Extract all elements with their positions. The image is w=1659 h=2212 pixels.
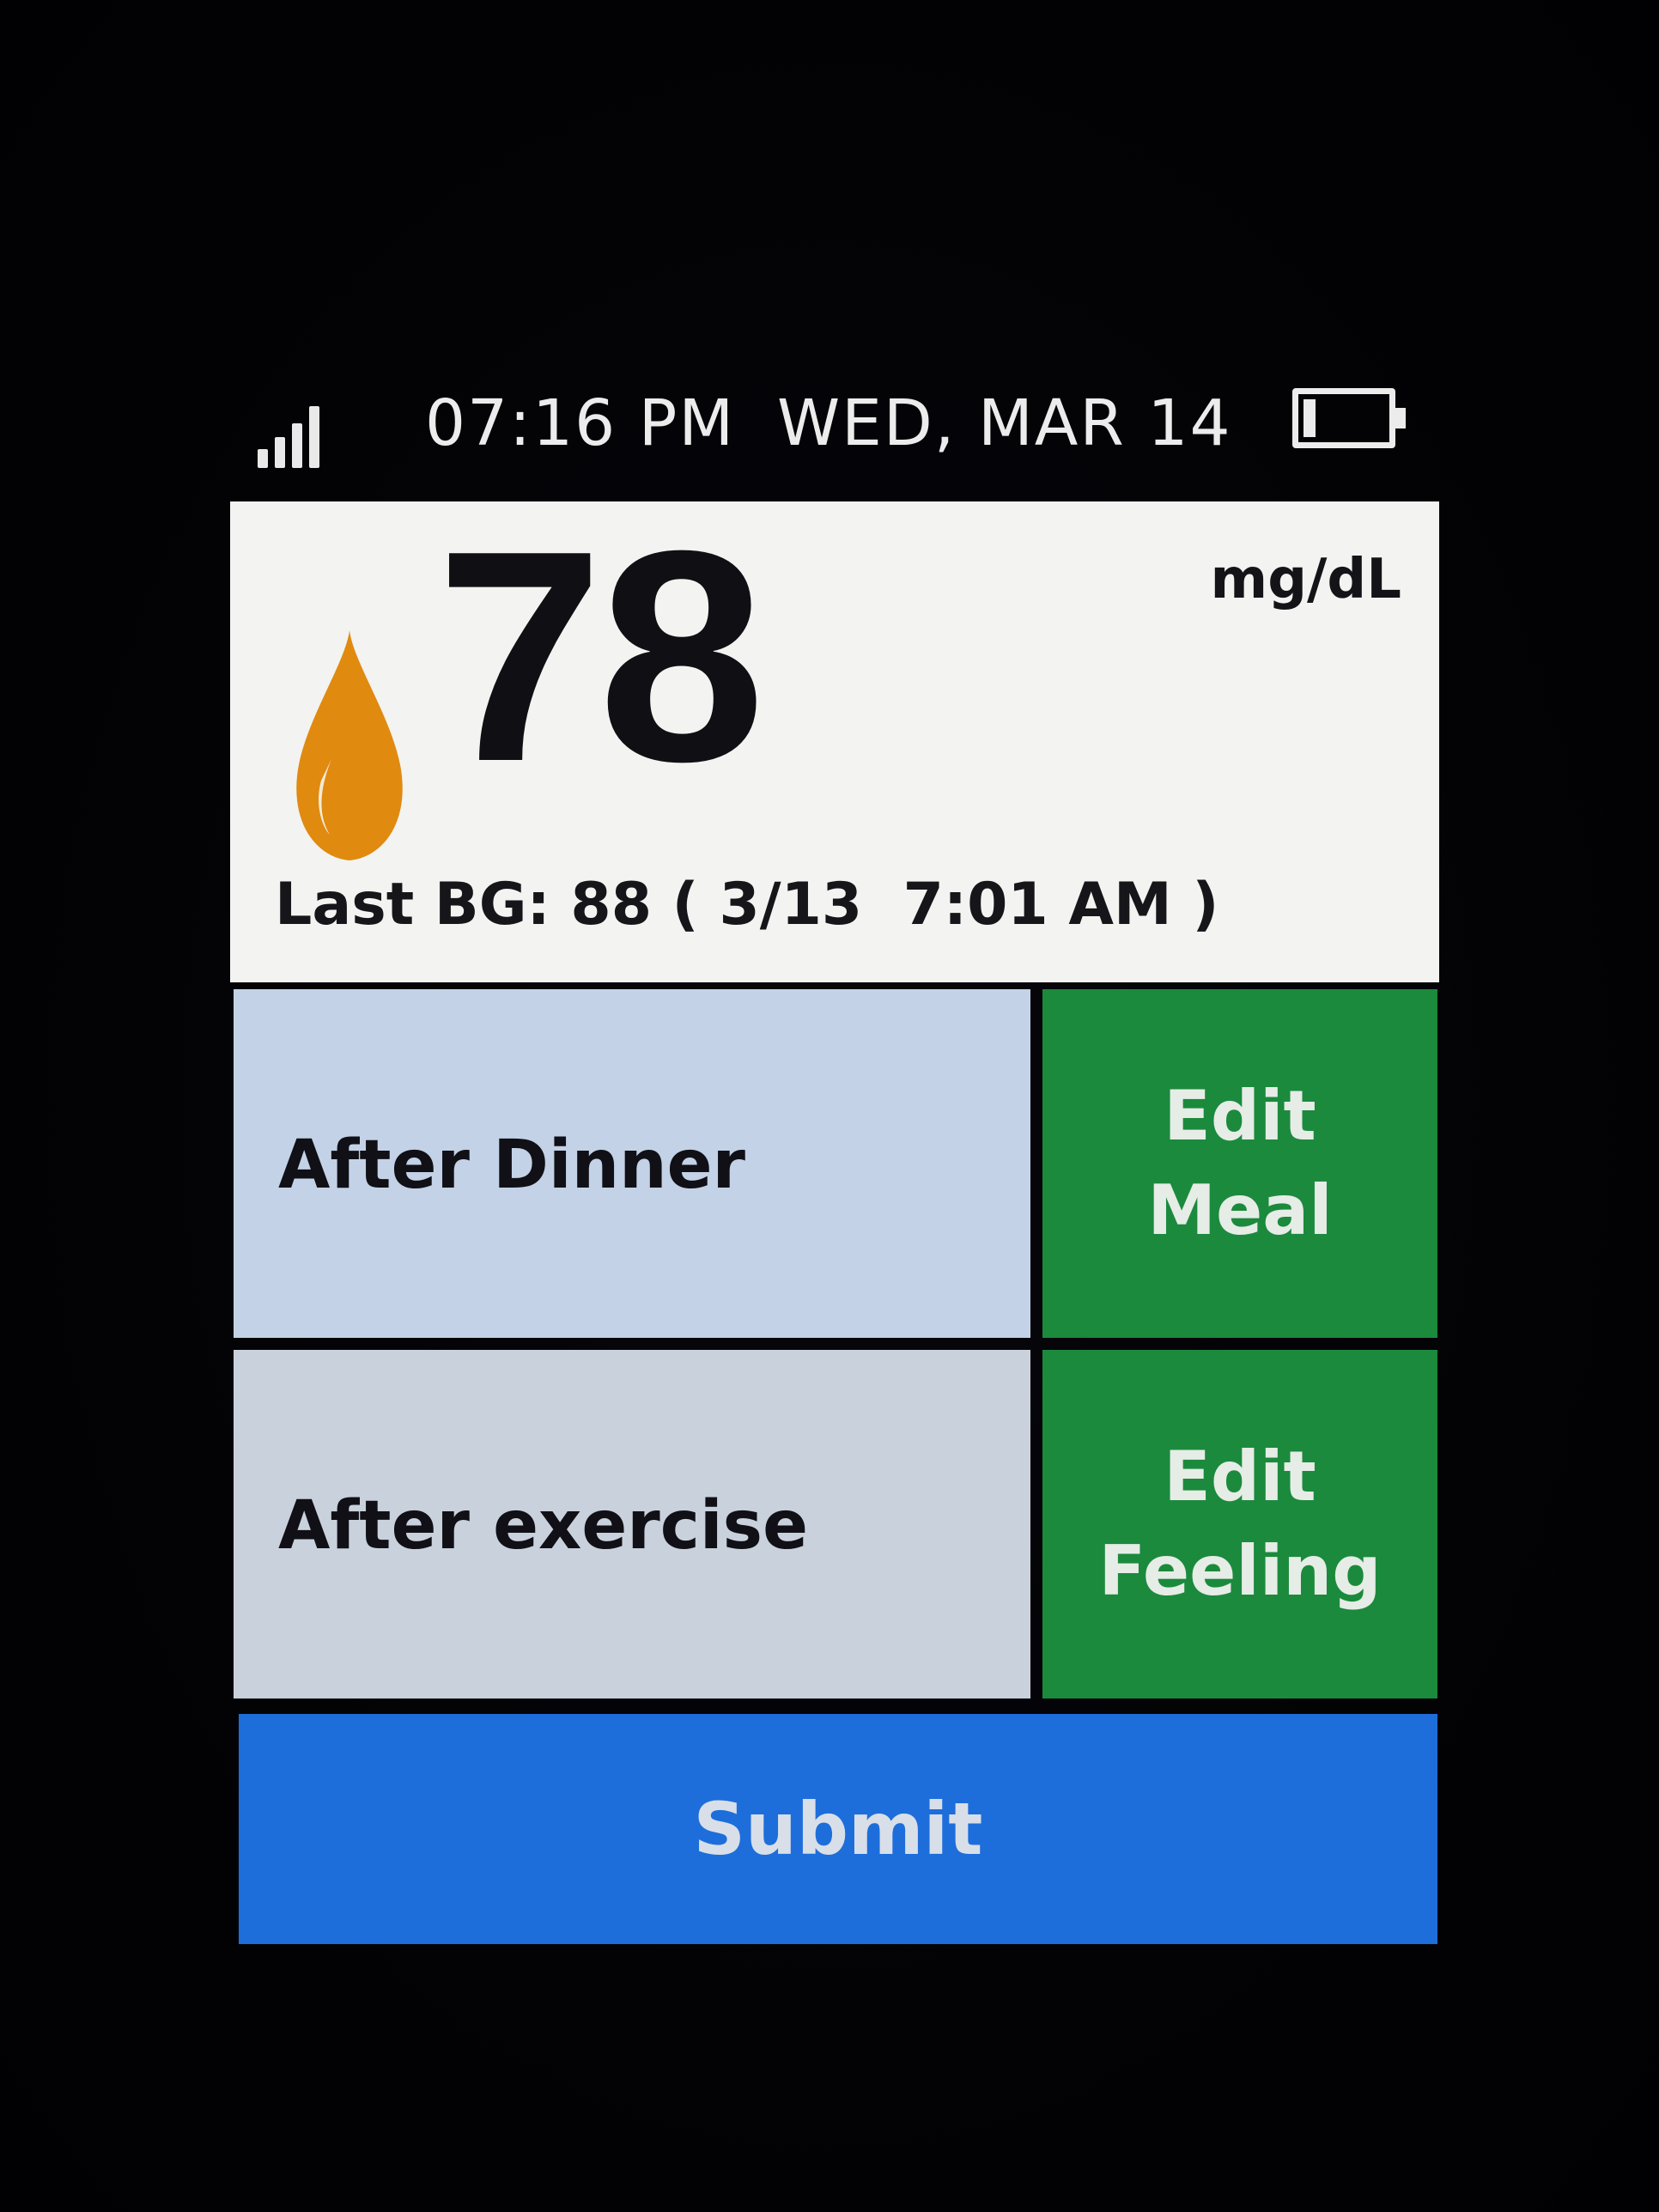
feeling-tag-row: After exercise Edit Feeling [234,1350,1437,1698]
device-screen: 07:16 PM WED, MAR 14 78 mg/dL Last BG: 8… [0,0,1659,2212]
glucose-reading-panel: 78 mg/dL Last BG: 88 ( 3/13 7:01 AM ) [230,501,1439,982]
edit-meal-button-line2: Meal [1147,1170,1333,1250]
status-bar: 07:16 PM WED, MAR 14 [258,378,1417,472]
blood-drop-icon [296,630,403,860]
status-time: 07:16 PM [425,386,736,460]
last-bg-reading: Last BG: 88 ( 3/13 7:01 AM ) [275,871,1219,939]
meal-tag-row: After Dinner Edit Meal [234,989,1437,1338]
edit-feeling-button-line2: Feeling [1098,1531,1382,1611]
edit-feeling-button-line1: Edit [1164,1437,1316,1516]
meal-tag-cell[interactable]: After Dinner [234,989,1030,1338]
submit-button[interactable]: Submit [239,1714,1437,1944]
edit-meal-button-line1: Edit [1164,1076,1316,1156]
meal-tag-label: After Dinner [278,1127,746,1204]
feeling-tag-cell[interactable]: After exercise [234,1350,1030,1698]
glucose-unit: mg/dL [1210,548,1401,611]
edit-feeling-button[interactable]: Edit Feeling [1042,1350,1437,1698]
status-date: WED, MAR 14 [777,386,1232,460]
feeling-tag-label: After exercise [278,1487,808,1565]
signal-bars-icon [258,404,326,468]
battery-low-icon [1292,388,1406,448]
edit-meal-button[interactable]: Edit Meal [1042,989,1437,1338]
glucose-value: 78 [436,489,765,824]
